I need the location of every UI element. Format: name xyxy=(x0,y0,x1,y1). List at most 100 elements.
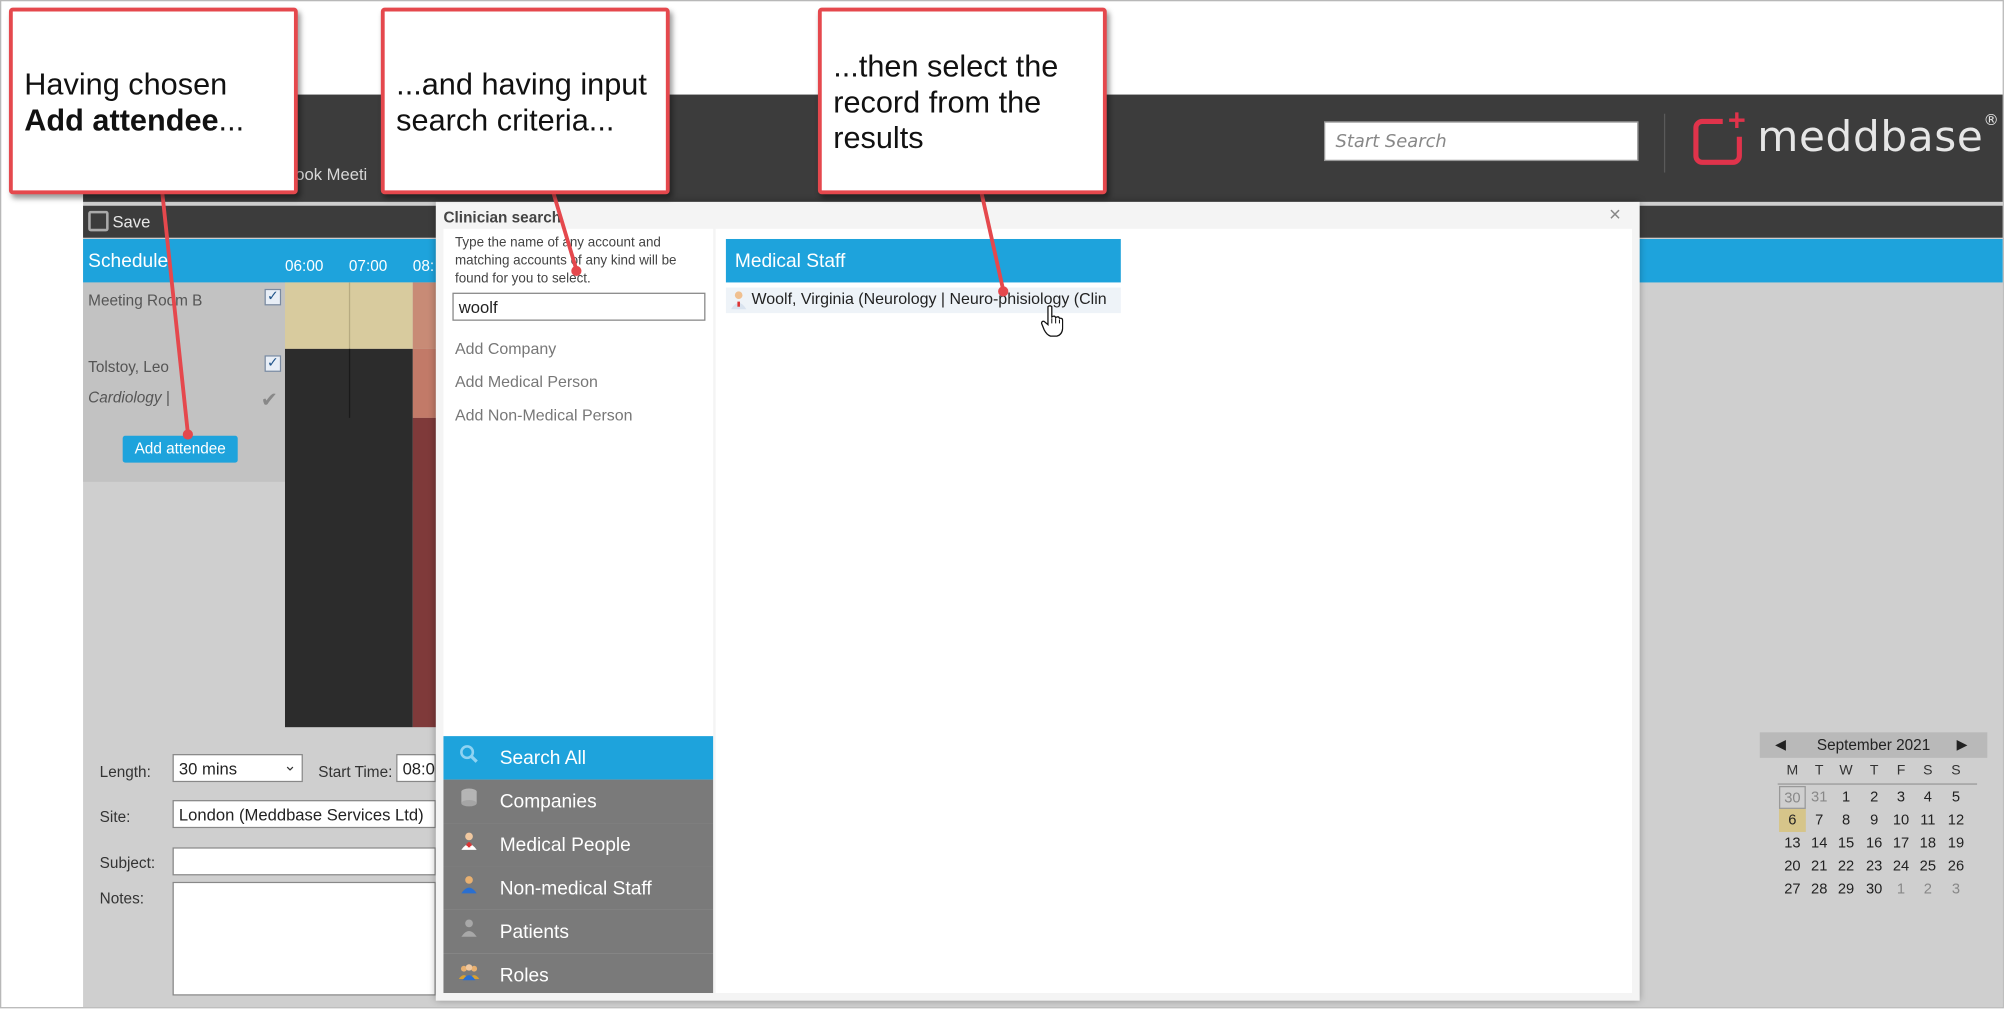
person-checkbox[interactable]: ✓ xyxy=(264,355,282,372)
calendar-day[interactable]: 15 xyxy=(1833,832,1860,855)
check-icon: ✔ xyxy=(260,389,278,412)
add-company-link[interactable]: Add Company xyxy=(455,340,556,358)
person-icon xyxy=(459,918,479,938)
calendar-day[interactable]: 26 xyxy=(1943,855,1970,878)
category-roles[interactable]: Roles xyxy=(443,953,714,994)
clinician-search-input[interactable]: woolf xyxy=(452,292,706,321)
schedule-title: Schedule xyxy=(88,250,169,273)
calendar-day[interactable]: 5 xyxy=(1943,786,1970,809)
calendar-day[interactable]: 24 xyxy=(1888,855,1915,878)
site-select[interactable]: London (Meddbase Services Ltd) xyxy=(172,800,436,829)
calendar-day[interactable]: 17 xyxy=(1888,832,1915,855)
schedule-slot[interactable] xyxy=(412,348,439,418)
callout-search-criteria: ...and having input search criteria... xyxy=(380,7,670,195)
calendar-day[interactable]: 30 xyxy=(1778,785,1806,809)
calendar-day[interactable]: 9 xyxy=(1861,809,1888,832)
attendee-room: Meeting Room B xyxy=(88,291,203,310)
attendee-specialty: Cardiology | xyxy=(88,388,170,407)
screenshot-stage: ook Meeti Start Search + meddbase® Save … xyxy=(0,0,2004,1009)
calendar-day[interactable]: 25 xyxy=(1914,855,1941,878)
calendar-day[interactable]: 18 xyxy=(1914,832,1941,855)
global-search-input[interactable]: Start Search xyxy=(1324,121,1639,162)
prev-month-icon[interactable]: ◀ xyxy=(1775,732,1786,758)
calendar-weekday: T xyxy=(1869,762,1879,779)
calendar-day[interactable]: 3 xyxy=(1943,878,1970,901)
calendar-day[interactable]: 29 xyxy=(1833,878,1860,901)
length-select[interactable]: 30 mins ⌄ xyxy=(172,754,303,783)
calendar-weekday: W xyxy=(1839,762,1853,779)
chevron-down-icon: ⌄ xyxy=(283,756,297,775)
calendar-day[interactable]: 23 xyxy=(1861,855,1888,878)
calendar-weekday: S xyxy=(1923,762,1933,779)
notes-textarea[interactable] xyxy=(172,881,436,996)
subject-input[interactable] xyxy=(172,847,436,876)
calendar-day[interactable]: 19 xyxy=(1943,832,1970,855)
grid-divider xyxy=(348,282,351,349)
category-non-medical-staff[interactable]: Non-medical Staff xyxy=(443,866,714,910)
logo-plus-icon: + xyxy=(1722,105,1751,137)
category-label: Non-medical Staff xyxy=(499,877,652,900)
add-medical-person-link[interactable]: Add Medical Person xyxy=(455,373,598,391)
calendar-day[interactable]: 1 xyxy=(1833,786,1860,809)
dialog-title: Clinician search xyxy=(443,208,562,227)
calendar-day[interactable]: 20 xyxy=(1779,855,1806,878)
calendar-weekday: F xyxy=(1896,762,1906,779)
calendar-day[interactable]: 10 xyxy=(1888,809,1915,832)
tab-book-meeting[interactable]: ook Meeti xyxy=(295,165,367,184)
mini-calendar: September 2021 ◀ ▶ MTWTFSS 30 31 1 2 3 4 5 6 7 8 9… xyxy=(1759,732,1988,911)
calendar-weekday: T xyxy=(1814,762,1824,779)
room-checkbox[interactable]: ✓ xyxy=(264,288,282,306)
calendar-day[interactable]: 2 xyxy=(1914,878,1941,901)
schedule-slot[interactable] xyxy=(412,282,439,349)
category-label: Medical People xyxy=(499,834,631,857)
calendar-day[interactable]: 2 xyxy=(1861,786,1888,809)
time-tick: 08: xyxy=(412,256,435,275)
calendar-day[interactable]: 11 xyxy=(1914,809,1941,832)
calendar-divider xyxy=(1777,783,1978,785)
category-label: Search All xyxy=(499,747,587,770)
calendar-day[interactable]: 8 xyxy=(1833,809,1860,832)
calendar-day[interactable]: 13 xyxy=(1779,832,1806,855)
time-tick: 07:00 xyxy=(348,256,388,275)
category-search-all[interactable]: Search All xyxy=(443,736,714,780)
time-tick: 06:00 xyxy=(284,256,324,275)
results-group-header: Medical Staff xyxy=(725,238,1121,283)
add-attendee-button[interactable]: Add attendee xyxy=(122,435,238,463)
save-button[interactable]: Save xyxy=(112,212,150,231)
calendar-day[interactable]: 28 xyxy=(1806,878,1833,901)
save-icon[interactable] xyxy=(88,210,109,232)
category-medical-people[interactable]: Medical People xyxy=(443,823,714,867)
subject-label: Subject: xyxy=(99,853,156,872)
add-non-medical-person-link[interactable]: Add Non-Medical Person xyxy=(455,406,633,424)
callout-text: search criteria... xyxy=(396,103,615,139)
calendar-day[interactable]: 3 xyxy=(1888,786,1915,809)
category-companies[interactable]: Companies xyxy=(443,779,714,824)
calendar-day[interactable]: 16 xyxy=(1861,832,1888,855)
calendar-day[interactable]: 1 xyxy=(1888,878,1915,901)
calendar-day[interactable]: 12 xyxy=(1943,809,1970,832)
category-label: Patients xyxy=(499,921,569,944)
site-label: Site: xyxy=(99,807,131,826)
calendar-day[interactable]: 31 xyxy=(1806,786,1833,809)
calendar-day[interactable]: 6 xyxy=(1778,808,1806,832)
close-icon[interactable]: × xyxy=(1609,204,1621,227)
hand-cursor-icon xyxy=(1040,305,1064,337)
start-time-input[interactable]: 08:0 xyxy=(396,754,436,783)
calendar-day[interactable]: 7 xyxy=(1806,809,1833,832)
callout-select-record: ...then select the record from the resul… xyxy=(817,7,1107,195)
search-hint: Type the name of any account and matchin… xyxy=(454,235,677,287)
grid-divider xyxy=(348,348,351,418)
calendar-day[interactable]: 21 xyxy=(1806,855,1833,878)
calendar-day[interactable]: 27 xyxy=(1779,878,1806,901)
callout-text: Having chosen xyxy=(24,67,228,103)
next-month-icon[interactable]: ▶ xyxy=(1957,732,1968,758)
calendar-day[interactable]: 14 xyxy=(1806,832,1833,855)
calendar-day[interactable]: 4 xyxy=(1914,786,1941,809)
calendar-day[interactable]: 22 xyxy=(1833,855,1860,878)
schedule-slot[interactable] xyxy=(412,417,439,728)
database-icon xyxy=(459,787,479,807)
logo-text: meddbase® xyxy=(1757,111,2000,162)
category-label: Roles xyxy=(499,964,549,987)
calendar-day[interactable]: 30 xyxy=(1861,878,1888,901)
category-patients[interactable]: Patients xyxy=(443,909,714,954)
